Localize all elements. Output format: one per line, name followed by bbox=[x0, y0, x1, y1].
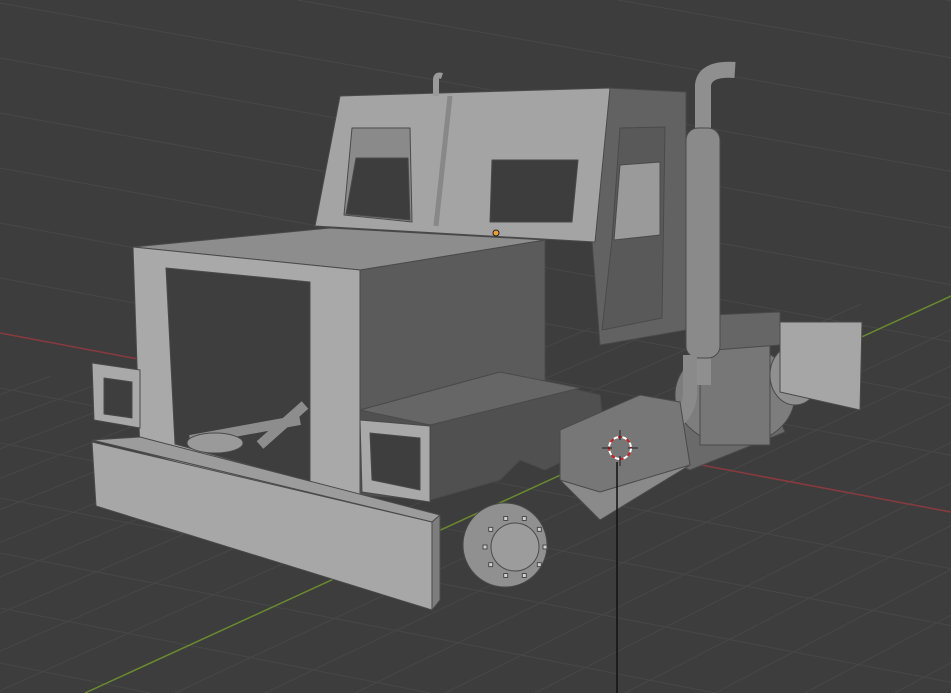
lug-nut bbox=[488, 562, 494, 568]
front-axle-hub bbox=[186, 432, 244, 454]
right-lamp-hole bbox=[369, 432, 421, 491]
windshield-left-glass bbox=[345, 157, 411, 221]
lug-nut bbox=[521, 516, 527, 521]
exhaust-muffler bbox=[685, 127, 721, 359]
lug-nut bbox=[503, 516, 509, 521]
lug-nut bbox=[542, 544, 548, 550]
bumper-end bbox=[431, 514, 441, 611]
object-origin[interactable] bbox=[492, 229, 500, 237]
side-window-glass bbox=[613, 161, 661, 241]
wheel-hub-center bbox=[490, 522, 540, 572]
lug-nut bbox=[536, 526, 542, 532]
3d-viewport[interactable] bbox=[0, 0, 951, 693]
left-lamp-hole bbox=[103, 377, 133, 419]
windshield-right-glass bbox=[489, 159, 579, 223]
lug-nut bbox=[488, 526, 494, 532]
lug-nut bbox=[503, 573, 509, 578]
lug-nut bbox=[536, 562, 542, 568]
lug-nut bbox=[521, 573, 527, 578]
lug-nut bbox=[482, 544, 488, 550]
